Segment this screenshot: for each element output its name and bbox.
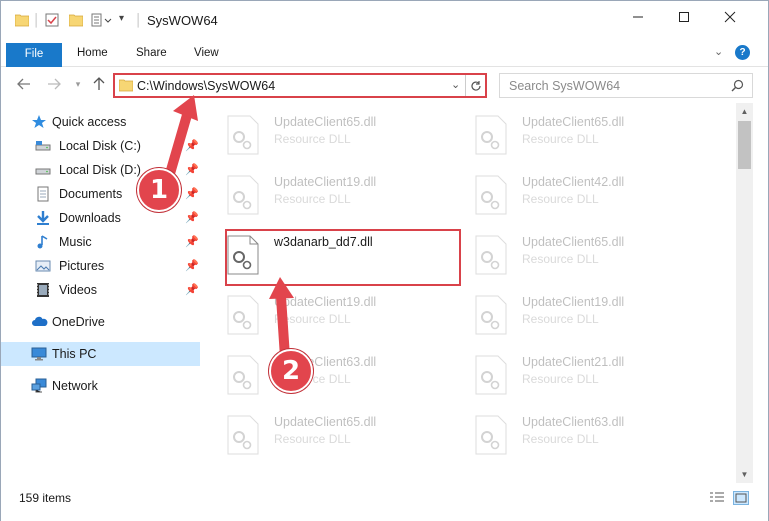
annotation-arrows: [164, 95, 294, 362]
step-1-badge: 1: [137, 168, 181, 212]
step-2-badge: 2: [269, 349, 313, 393]
file-explorer-window: │ ▾ │ SysWOW64 File Home Share View ⌄ ?: [0, 0, 769, 521]
